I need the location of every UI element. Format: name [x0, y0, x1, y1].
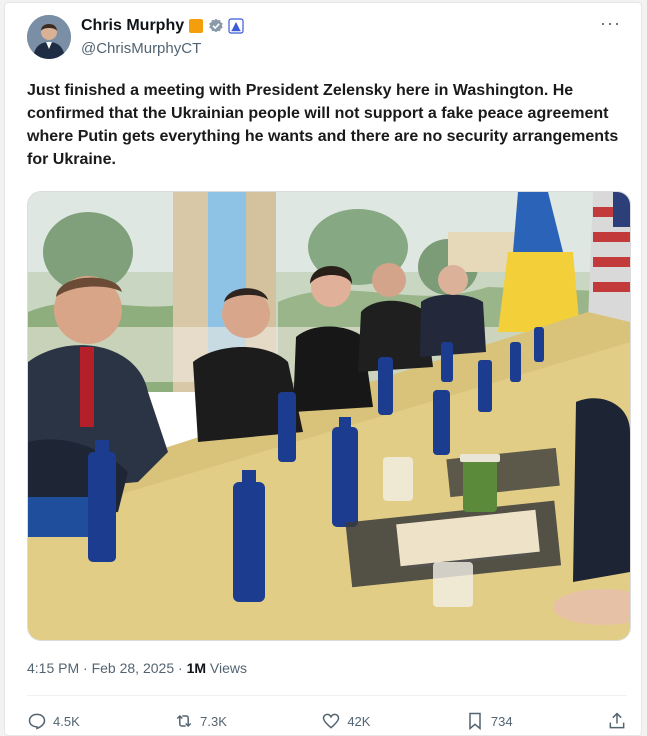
repost-icon [176, 714, 192, 728]
author-display-name[interactable]: Chris Murphy [81, 17, 184, 35]
tweet-photo[interactable] [27, 191, 631, 641]
repost-button[interactable]: 7.3K [174, 711, 227, 731]
divider [27, 695, 627, 696]
views-label: Views [206, 660, 247, 676]
more-options-button[interactable]: ··· [600, 13, 621, 34]
views-count: 1M [186, 660, 207, 676]
meta-separator: · [79, 660, 92, 676]
reply-count: 4.5K [53, 713, 80, 729]
share-button[interactable] [607, 711, 627, 731]
repost-count: 7.3K [200, 713, 227, 729]
government-icon[interactable] [228, 18, 244, 34]
tweet-card: Chris Murphy @ChrisMurphyCT ··· Just fin… [4, 2, 642, 736]
share-icon [609, 712, 625, 729]
bookmark-count: 734 [490, 713, 513, 729]
author-name-row: Chris Murphy [81, 17, 244, 35]
like-button[interactable]: 42K [321, 711, 370, 731]
meta-separator: · [174, 660, 187, 676]
author-handle[interactable]: @ChrisMurphyCT [81, 40, 201, 57]
verified-icon[interactable] [208, 18, 224, 34]
reply-icon [28, 713, 46, 730]
tweet-time[interactable]: 4:15 PM [27, 660, 79, 676]
bookmark-button[interactable]: 734 [465, 711, 513, 731]
action-bar: 4.5K 7.3K 42K 734 [27, 709, 627, 733]
bookmark-icon [469, 712, 481, 731]
reply-button[interactable]: 4.5K [27, 711, 80, 731]
avatar[interactable] [27, 15, 71, 59]
tweet-text: Just finished a meeting with President Z… [27, 82, 619, 168]
tweet-meta: 4:15 PM · Feb 28, 2025 · 1M Views [27, 660, 247, 676]
heart-icon [323, 713, 340, 729]
square-badge-icon [188, 18, 204, 34]
like-count: 42K [347, 713, 371, 729]
tweet-date[interactable]: Feb 28, 2025 [92, 660, 175, 676]
